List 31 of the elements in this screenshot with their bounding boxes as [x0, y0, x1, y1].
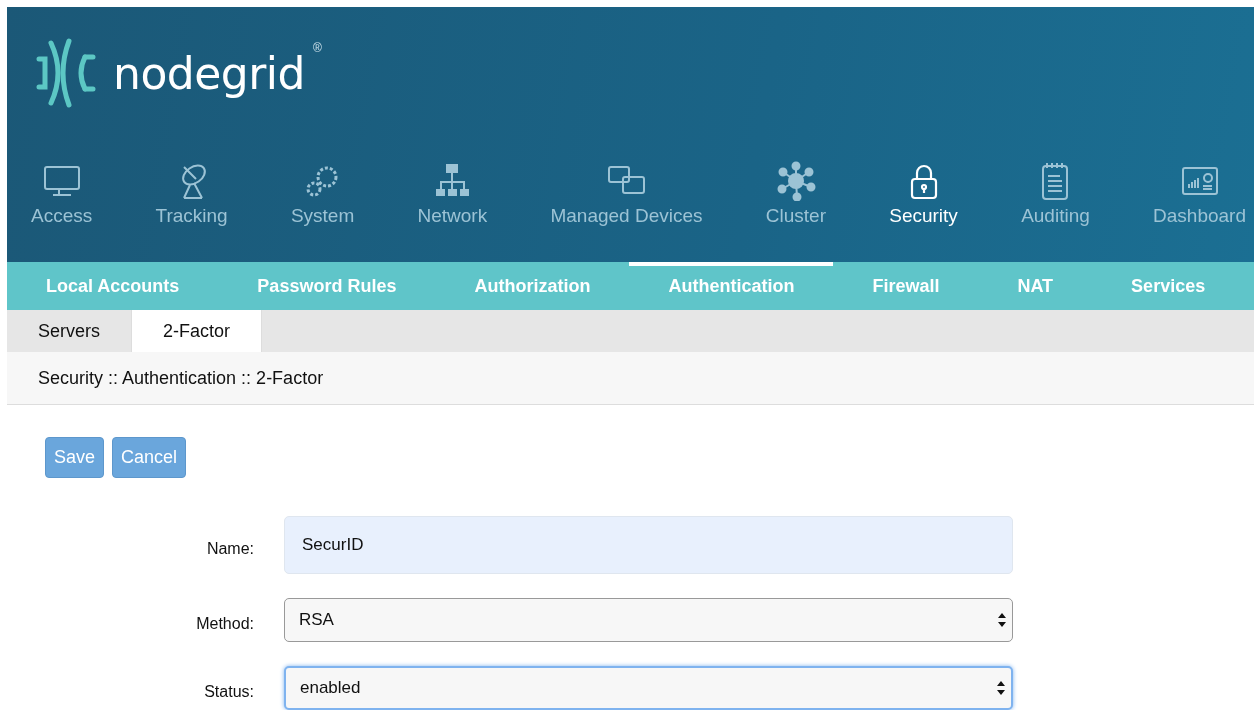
- tab[interactable]: Servers: [7, 310, 131, 352]
- main-nav-item[interactable]: Cluster: [765, 161, 826, 227]
- name-input-field[interactable]: SecurID: [284, 516, 1013, 574]
- field-label: Status:: [203, 683, 255, 701]
- field-label: Name:: [205, 540, 255, 558]
- section-tab[interactable]: Firewall: [833, 262, 979, 310]
- main-nav-item[interactable]: System: [290, 161, 355, 227]
- section-tab[interactable]: Services: [1092, 262, 1245, 310]
- section-tab[interactable]: Local Accounts: [7, 262, 219, 310]
- up-down-arrows-icon: [998, 613, 1006, 627]
- cancel-button[interactable]: Cancel: [112, 437, 187, 478]
- main-nav-item[interactable]: Access: [31, 161, 93, 227]
- logo-text: nodegrid: [113, 47, 305, 99]
- select-dropdown[interactable]: enabled: [284, 666, 1013, 710]
- up-down-arrows-icon: [997, 681, 1005, 695]
- save-button[interactable]: Save: [45, 437, 105, 478]
- main-nav-item[interactable]: Security: [889, 161, 958, 227]
- section-tab[interactable]: NAT: [978, 262, 1093, 310]
- registered-mark: ®: [313, 41, 322, 55]
- tab[interactable]: 2-Factor: [131, 310, 263, 352]
- main-nav-item[interactable]: Auditing: [1021, 161, 1090, 227]
- cluster-icon: [775, 161, 816, 201]
- main-nav-item[interactable]: Tracking: [155, 161, 228, 227]
- select-dropdown[interactable]: RSA: [284, 598, 1013, 642]
- main-nav-item[interactable]: Managed Devices: [550, 161, 703, 227]
- field-label: Method:: [195, 615, 255, 633]
- main-nav-item[interactable]: Network: [417, 161, 488, 227]
- main-nav-item[interactable]: Dashboard: [1153, 161, 1246, 227]
- section-tab[interactable]: Authorization: [435, 262, 630, 310]
- section-tab[interactable]: Password Rules: [218, 262, 436, 310]
- breadcrumb: Security :: Authentication :: 2-Factor: [38, 367, 324, 389]
